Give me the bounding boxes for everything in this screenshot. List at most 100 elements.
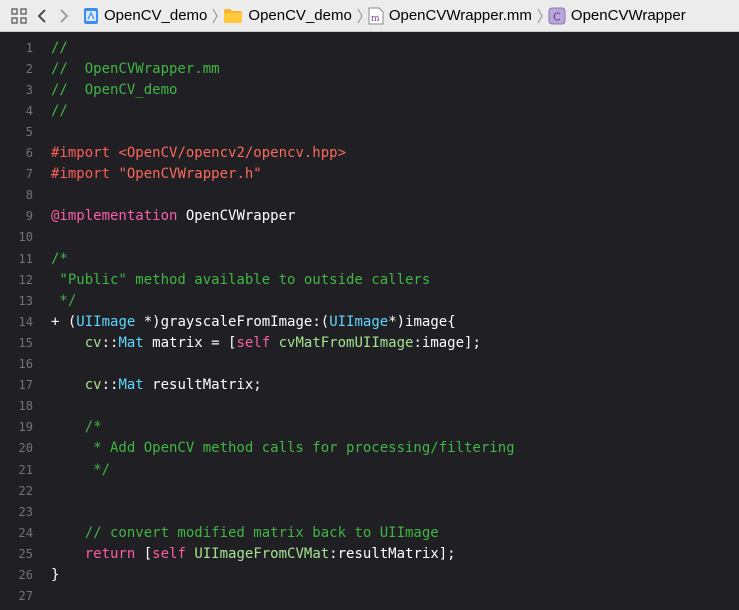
line-number: 2 <box>25 61 33 76</box>
code-line[interactable]: 21 */ <box>0 459 739 480</box>
code-token: #import <box>51 166 119 183</box>
line-number: 7 <box>25 167 33 182</box>
code-line[interactable]: 1 // <box>0 37 739 58</box>
line-number: 8 <box>25 188 33 203</box>
line-number: 13 <box>18 293 33 308</box>
code-token: // <box>51 39 68 56</box>
code-text: return [self UIImageFromCVMat:resultMatr… <box>51 546 456 562</box>
breadcrumb-project[interactable]: OpenCV_demo <box>83 7 207 25</box>
code-text: #import <OpenCV/opencv2/opencv.hpp> <box>51 145 346 161</box>
folder-icon <box>223 8 243 24</box>
code-line[interactable]: 15 cv::Mat matrix = [self cvMatFromUIIma… <box>0 332 739 353</box>
line-number: 5 <box>25 124 33 139</box>
code-token: UIImage <box>329 313 389 330</box>
code-text: */ <box>51 462 110 478</box>
code-token: matrix = [ <box>143 334 237 351</box>
code-token: :: <box>101 334 119 351</box>
code-token: // <box>51 102 68 119</box>
line-number: 4 <box>25 103 33 118</box>
code-line[interactable]: 17 cv::Mat resultMatrix; <box>0 375 739 396</box>
code-token: @implementation <box>51 208 178 225</box>
code-line[interactable]: 5 <box>0 121 739 142</box>
line-number: 23 <box>18 504 33 519</box>
code-line[interactable]: 10 <box>0 227 739 248</box>
code-line[interactable]: 11 /* <box>0 248 739 269</box>
code-token: // OpenCVWrapper.mm <box>51 60 220 77</box>
line-number: 27 <box>18 589 33 604</box>
code-line[interactable]: 12 "Public" method available to outside … <box>0 269 739 290</box>
code-line[interactable]: 8 <box>0 185 739 206</box>
breadcrumb-file[interactable]: m OpenCVWrapper.mm <box>368 7 532 25</box>
class-icon: C <box>548 7 566 25</box>
line-number: 6 <box>25 146 33 160</box>
code-token: #import <box>51 145 119 161</box>
code-text: // convert modified matrix back to UIIma… <box>51 525 439 541</box>
breadcrumb-group[interactable]: OpenCV_demo <box>223 7 352 24</box>
code-line[interactable]: 19 /* <box>0 417 739 438</box>
code-text: /* <box>51 419 102 435</box>
code-text: "Public" method available to outside cal… <box>51 272 430 288</box>
code-editor[interactable]: 1 // 2 // OpenCVWrapper.mm 3 // OpenCV_demo 4 /… <box>0 32 739 610</box>
code-token: */ <box>51 292 77 309</box>
code-line[interactable]: 6 #import <OpenCV/opencv2/opencv.hpp> <box>0 143 739 164</box>
code-line[interactable]: 14 + (UIImage *)grayscaleFromImage:(UIIma… <box>0 311 739 332</box>
code-token: cv <box>84 334 102 351</box>
line-number: 25 <box>18 546 33 561</box>
code-token: return <box>84 545 136 562</box>
code-text: // OpenCV_demo <box>51 82 177 98</box>
code-token: /* <box>51 419 102 436</box>
code-token: *)image{ <box>388 313 456 330</box>
code-line[interactable]: 13 */ <box>0 290 739 311</box>
code-line[interactable]: 4 // <box>0 100 739 121</box>
code-line[interactable]: 27 <box>0 586 739 607</box>
code-token: [ <box>135 545 153 562</box>
line-number: 9 <box>25 209 33 224</box>
code-token: self <box>236 334 271 351</box>
code-text: + (UIImage *)grayscaleFromImage:(UIImage… <box>51 314 456 330</box>
line-number: 26 <box>18 568 33 582</box>
line-number: 1 <box>25 40 33 55</box>
code-token: OpenCVWrapper <box>177 208 296 225</box>
code-token: "Public" method available to outside cal… <box>51 271 431 288</box>
code-line[interactable]: 2 // OpenCVWrapper.mm <box>0 58 739 79</box>
code-line[interactable]: 18 <box>0 396 739 417</box>
back-button[interactable] <box>31 8 53 24</box>
code-line[interactable]: 3 // OpenCV_demo <box>0 79 739 100</box>
code-line[interactable]: 7 #import "OpenCVWrapper.h" <box>0 164 739 185</box>
code-token: UIImage <box>76 313 136 330</box>
code-line[interactable]: 25 return [self UIImageFromCVMat:resultM… <box>0 543 739 564</box>
breadcrumb-symbol[interactable]: C OpenCVWrapper <box>548 7 686 25</box>
code-line[interactable]: 22 <box>0 480 739 501</box>
code-line[interactable]: 23 <box>0 501 739 522</box>
line-number: 22 <box>18 483 33 498</box>
code-text: // OpenCVWrapper.mm <box>51 61 220 77</box>
code-text: } <box>51 567 59 583</box>
code-token: UIImageFromCVMat <box>194 545 330 562</box>
line-number: 16 <box>18 357 33 371</box>
code-line[interactable]: 20 * Add OpenCV method calls for process… <box>0 438 739 459</box>
svg-text:m: m <box>371 14 380 24</box>
code-line[interactable]: 16 <box>0 354 739 375</box>
line-number: 10 <box>18 230 33 245</box>
project-icon <box>83 7 99 25</box>
line-number: 24 <box>18 525 33 540</box>
svg-text:C: C <box>553 10 561 23</box>
breadcrumb-label: OpenCV_demo <box>248 7 352 24</box>
forward-button[interactable] <box>53 8 75 24</box>
code-token: Mat <box>118 334 144 351</box>
objc-file-icon: m <box>368 7 384 25</box>
breadcrumb-label: OpenCVWrapper <box>570 7 686 24</box>
code-token: // convert modified matrix back to UIIma… <box>51 524 439 541</box>
code-line[interactable]: 24 // convert modified matrix back to UI… <box>0 522 739 543</box>
jump-bar: OpenCV_demo OpenCV_demo m OpenCVWrapper.… <box>0 0 739 32</box>
line-number: 12 <box>18 272 33 287</box>
code-line[interactable]: 26} <box>0 565 739 586</box>
code-text: // <box>51 103 68 119</box>
code-text: cv::Mat matrix = [self cvMatFromUIImage:… <box>51 335 481 351</box>
code-token: Mat <box>118 377 144 394</box>
related-items-grid-icon[interactable] <box>7 7 31 24</box>
code-line[interactable]: 9 @implementation OpenCVWrapper <box>0 206 739 227</box>
